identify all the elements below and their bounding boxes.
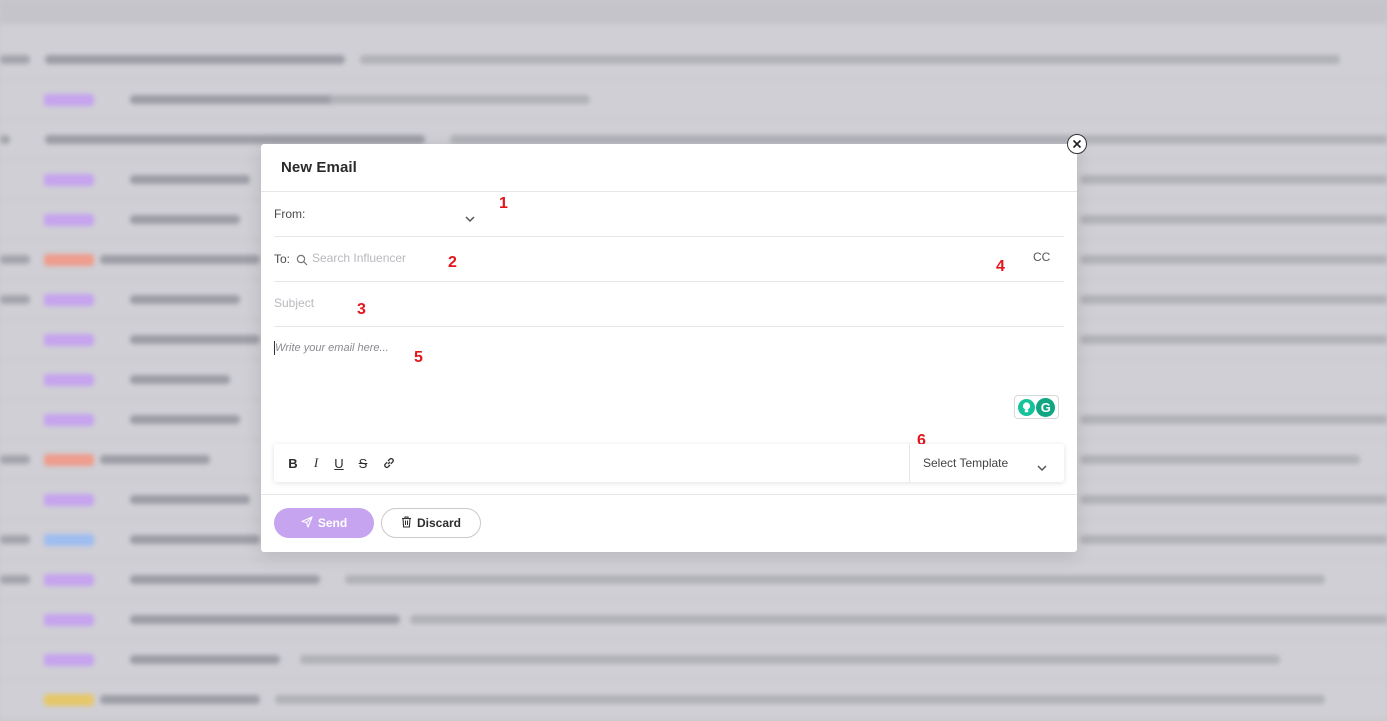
close-icon[interactable] xyxy=(1067,134,1087,154)
chevron-down-icon xyxy=(1036,458,1048,477)
email-body-input[interactable]: Write your email here... xyxy=(275,342,389,354)
cc-button[interactable]: CC xyxy=(1033,250,1050,264)
title-divider xyxy=(261,191,1077,192)
select-template-dropdown[interactable]: Select Template xyxy=(910,444,1064,482)
subject-input[interactable]: Subject xyxy=(274,296,314,310)
send-button[interactable]: Send xyxy=(274,508,374,538)
underline-button[interactable]: U xyxy=(330,454,348,472)
from-label: From: xyxy=(274,207,306,221)
search-icon xyxy=(296,251,308,270)
annotation-4: 4 xyxy=(996,258,1005,275)
background-row xyxy=(0,40,1387,80)
to-divider xyxy=(274,281,1064,282)
background-row xyxy=(0,680,1387,720)
annotation-2: 2 xyxy=(448,254,457,271)
send-label: Send xyxy=(317,516,348,530)
italic-button[interactable]: I xyxy=(307,454,325,472)
annotation-1: 1 xyxy=(499,195,508,212)
grammarly-icon[interactable]: G xyxy=(1036,397,1056,417)
subject-divider xyxy=(274,326,1064,327)
new-email-modal: New Email From: 1 To: Search Influencer … xyxy=(261,144,1077,552)
background-row xyxy=(0,600,1387,640)
from-select[interactable]: From: xyxy=(274,202,479,226)
background-row xyxy=(0,80,1387,120)
lightbulb-icon[interactable] xyxy=(1017,398,1035,416)
formatting-toolbar: B I U S Select Template xyxy=(274,444,1064,482)
link-icon[interactable] xyxy=(380,454,398,472)
discard-button[interactable]: Discard xyxy=(381,508,481,538)
strikethrough-button[interactable]: S xyxy=(354,454,372,472)
to-search-input[interactable]: Search Influencer xyxy=(312,251,406,265)
send-icon xyxy=(301,515,313,531)
background-row xyxy=(0,560,1387,600)
annotation-3: 3 xyxy=(357,301,366,318)
background-topbar xyxy=(0,0,1387,24)
bold-button[interactable]: B xyxy=(284,454,302,472)
background-row xyxy=(0,640,1387,680)
trash-icon xyxy=(401,515,412,531)
discard-label: Discard xyxy=(416,516,462,530)
chevron-down-icon xyxy=(464,209,476,228)
to-label: To: xyxy=(274,252,291,266)
annotation-5: 5 xyxy=(414,349,423,366)
select-template-label: Select Template xyxy=(923,456,1009,470)
footer-divider xyxy=(261,494,1077,495)
grammarly-widget[interactable]: G xyxy=(1014,395,1059,419)
modal-title: New Email xyxy=(281,159,357,176)
from-divider xyxy=(274,236,1064,237)
